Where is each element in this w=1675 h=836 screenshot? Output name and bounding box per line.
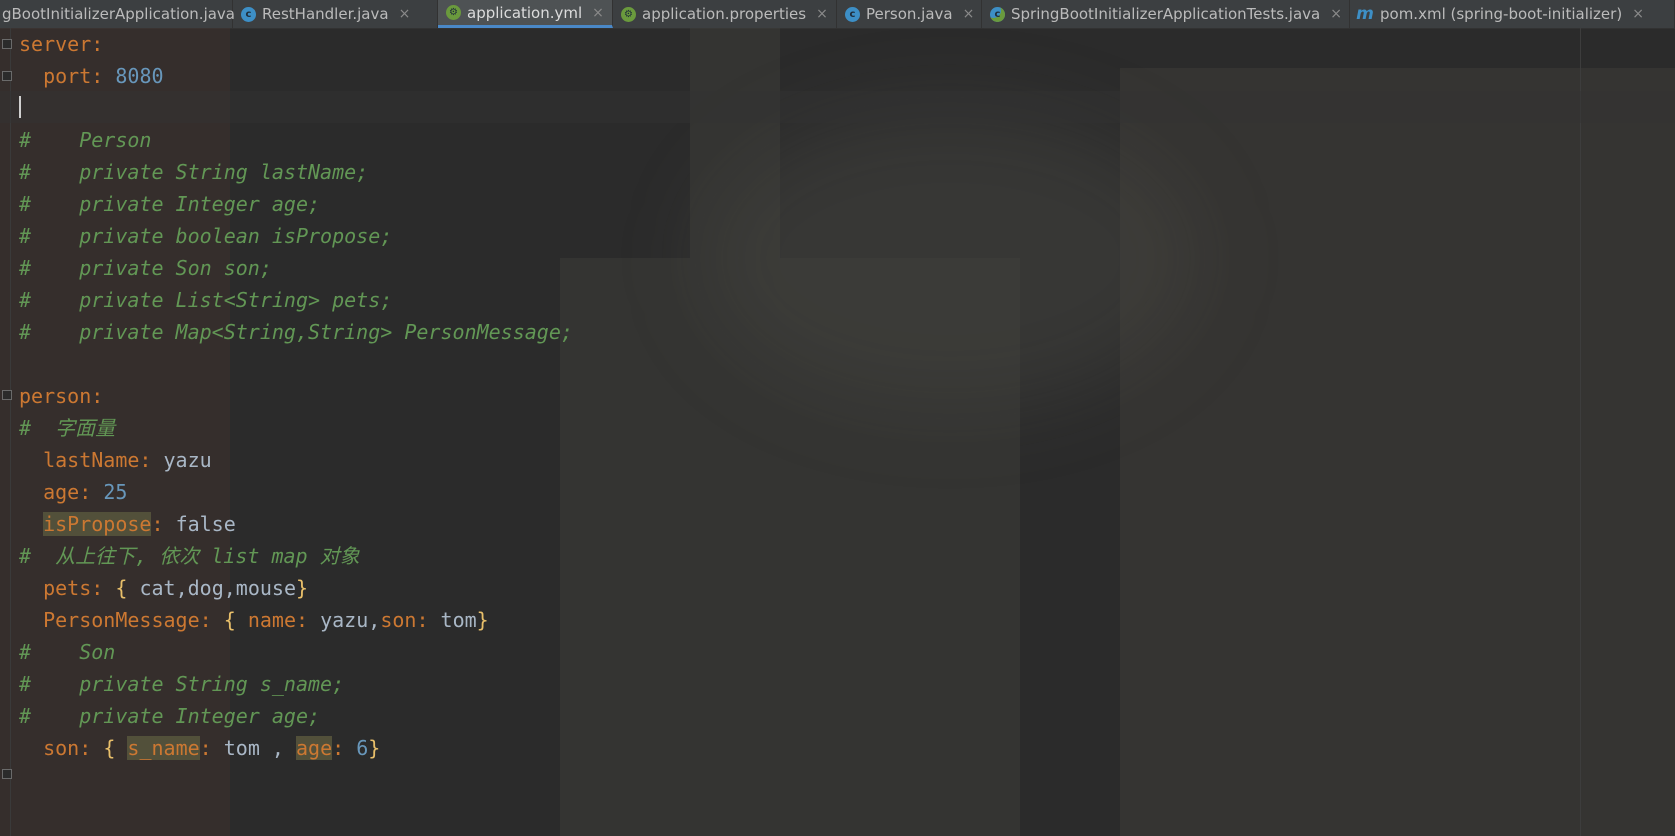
- right-margin-guide: [1580, 28, 1581, 836]
- tab-application-java[interactable]: gBootInitializerApplication.java ×: [0, 0, 257, 28]
- close-icon[interactable]: ×: [963, 6, 975, 22]
- close-icon[interactable]: ×: [1330, 6, 1342, 22]
- comment-line: # private Son son;: [19, 256, 272, 280]
- tab-person-java[interactable]: c Person.java ×: [837, 0, 982, 28]
- code-editor[interactable]: server: port: 8080 # Person # private St…: [0, 28, 1675, 836]
- code-line: lastName: yazu: [43, 448, 212, 472]
- comment-line: # private Integer age;: [19, 704, 321, 728]
- tab-label: application.properties: [642, 5, 807, 23]
- tab-label: Person.java: [866, 5, 953, 23]
- close-icon[interactable]: ×: [399, 6, 411, 22]
- close-icon[interactable]: ×: [592, 5, 604, 21]
- yaml-key: pets: [43, 576, 92, 600]
- tab-pom-xml[interactable]: m pom.xml (spring-boot-initializer) ×: [1350, 0, 1675, 28]
- tab-label: gBootInitializerApplication.java: [2, 5, 235, 23]
- comment-line: # 字面量: [19, 416, 116, 440]
- comment-line: # private String lastName;: [19, 160, 369, 184]
- text-caret: [19, 96, 21, 118]
- yaml-key: person: [19, 384, 92, 408]
- code-line: age: 25: [43, 480, 128, 504]
- spring-config-icon: ⚙: [446, 5, 461, 20]
- comment-line: # Son: [19, 640, 116, 664]
- tab-application-yml[interactable]: ⚙ application.yml ×: [438, 0, 613, 28]
- yaml-key: PersonMessage: [43, 608, 200, 632]
- yaml-key: son: [43, 736, 80, 760]
- fold-marker-icon[interactable]: [2, 769, 12, 779]
- comment-line: # private Integer age;: [19, 192, 321, 216]
- java-class-icon: c: [241, 6, 256, 22]
- yaml-value: yazu: [163, 448, 212, 472]
- maven-icon: m: [1356, 4, 1374, 24]
- code-line: server:: [19, 32, 104, 56]
- tab-application-tests-java[interactable]: c SpringBootInitializerApplicationTests.…: [982, 0, 1350, 28]
- tab-label: SpringBootInitializerApplicationTests.ja…: [1011, 5, 1321, 23]
- code-line: port: 8080: [43, 64, 164, 88]
- fold-marker-icon[interactable]: [2, 39, 12, 49]
- tab-label: RestHandler.java: [262, 5, 389, 23]
- code-line: pets: { cat,dog,mouse}: [43, 576, 309, 600]
- yaml-value: cat,dog,mouse: [139, 576, 296, 600]
- close-icon[interactable]: ×: [816, 6, 828, 22]
- tab-label: application.yml: [467, 3, 583, 22]
- yaml-value: 25: [103, 480, 128, 504]
- comment-line: # private String s_name;: [19, 672, 345, 696]
- fold-marker-icon[interactable]: [2, 390, 12, 400]
- code-line: person:: [19, 384, 104, 408]
- spring-config-icon: ⚙: [621, 6, 636, 22]
- current-line-highlight: [0, 91, 1675, 123]
- tab-application-properties[interactable]: ⚙ application.properties ×: [613, 0, 837, 28]
- fold-marker-icon[interactable]: [2, 71, 12, 81]
- code-line: isPropose: false: [43, 512, 236, 536]
- close-icon[interactable]: ×: [1632, 6, 1644, 22]
- yaml-key: port: [43, 64, 92, 88]
- yaml-key: isPropose: [43, 512, 152, 536]
- comment-line: # Person: [19, 128, 152, 152]
- tab-resthandler-java[interactable]: c RestHandler.java ×: [233, 0, 438, 28]
- code-line: PersonMessage: { name: yazu,son: tom}: [43, 608, 489, 632]
- comment-line: # private boolean isPropose;: [19, 224, 393, 248]
- comment-line: # private List<String> pets;: [19, 288, 393, 312]
- yaml-key: age: [43, 480, 80, 504]
- comment-line: # 从上往下, 依次 list map 对象: [19, 544, 360, 568]
- yaml-key: lastName: [43, 448, 140, 472]
- yaml-value: 8080: [115, 64, 164, 88]
- gutter: [10, 28, 11, 836]
- code-line: son: { s_name: tom , age: 6}: [43, 736, 381, 760]
- comment-line: # private Map<String,String> PersonMessa…: [19, 320, 573, 344]
- yaml-key: server: [19, 32, 92, 56]
- yaml-value: false: [175, 512, 236, 536]
- tab-label: pom.xml (spring-boot-initializer): [1380, 5, 1623, 23]
- java-class-icon: c: [845, 6, 860, 22]
- editor-tab-bar: gBootInitializerApplication.java × c Res…: [0, 0, 1675, 29]
- java-test-icon: c: [990, 6, 1005, 22]
